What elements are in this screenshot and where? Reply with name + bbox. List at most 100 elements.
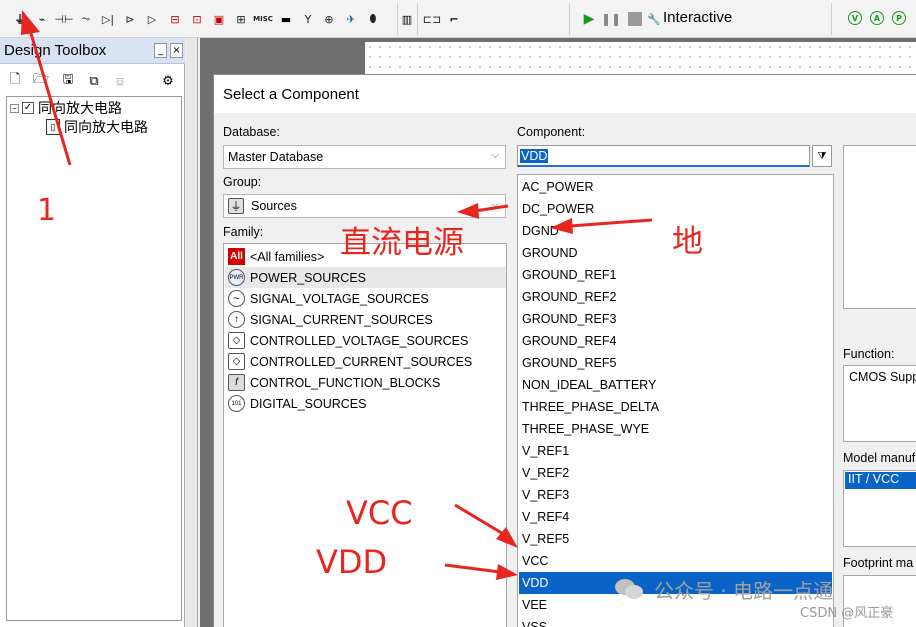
family-item-power-sources[interactable]: PWR POWER_SOURCES: [225, 267, 506, 288]
signal-current-icon: ↑: [228, 311, 245, 328]
symbol-preview-panel: [843, 145, 916, 309]
misc-digital-place-icon[interactable]: ▣: [210, 10, 228, 28]
close-button[interactable]: ×: [170, 43, 183, 58]
group-select[interactable]: ⏚ Sources ⌵: [223, 194, 506, 218]
hierarchical-block-icon[interactable]: ▥: [398, 10, 416, 28]
annotation-vdd: VDD: [316, 543, 388, 581]
family-item-control-function[interactable]: f CONTROL_FUNCTION_BLOCKS: [228, 372, 440, 393]
wechat-logo-icon: [614, 578, 644, 600]
chevron-down-icon: ⌵: [491, 199, 499, 210]
component-item[interactable]: V_REF1: [519, 440, 832, 462]
schematic-document-icon: ▯: [46, 119, 60, 135]
family-item-signal-voltage[interactable]: ~ SIGNAL_VOLTAGE_SOURCES: [228, 288, 429, 309]
place-toolbar: ⏚ ⌁ ⊣⊢ ⏦ ▷| ⊳ ▷ ⊟ ⊡ ▣ ⊞ MISC ▬ Y ⊕ ✈ ⬮: [0, 3, 398, 35]
design-toolbox-panel: Design Toolbox _ × 🗋 🗁 🖫 ⧉ ⧈ ⚙ − ✓ 同向放大电…: [0, 38, 185, 627]
family-item-signal-current[interactable]: ↑ SIGNAL_CURRENT_SOURCES: [228, 309, 433, 330]
database-value: Master Database: [228, 150, 324, 164]
all-families-icon: All: [228, 248, 245, 265]
family-item-digital-sources[interactable]: 101 DIGITAL_SOURCES: [228, 393, 366, 414]
new-file-icon[interactable]: 🗋: [7, 72, 23, 89]
model-list-item[interactable]: IIT / VCC: [845, 472, 916, 489]
component-item[interactable]: NON_IDEAL_BATTERY: [519, 374, 832, 396]
minimize-button[interactable]: _: [154, 43, 167, 58]
component-item[interactable]: GROUND_REF1: [519, 264, 832, 286]
component-item[interactable]: GROUND_REF4: [519, 330, 832, 352]
mixed-place-icon[interactable]: ⊞: [232, 10, 250, 28]
electromechanical-place-icon[interactable]: ⊕: [320, 10, 338, 28]
design-toolbox-title: Design Toolbox: [4, 42, 107, 59]
component-item[interactable]: GROUND_REF3: [519, 308, 832, 330]
footprint-label: Footprint ma: [843, 556, 914, 570]
component-search-input[interactable]: VDD: [517, 145, 810, 167]
component-item[interactable]: V_REF4: [519, 506, 832, 528]
digital-sources-icon: 101: [228, 395, 245, 412]
family-item-label: DIGITAL_SOURCES: [250, 396, 367, 411]
component-item[interactable]: V_REF5: [519, 528, 832, 550]
new-sheet-icon[interactable]: ⧉: [86, 73, 102, 89]
pause-icon[interactable]: ❚❚: [601, 10, 621, 28]
analog-place-icon[interactable]: ▷: [143, 10, 161, 28]
advanced-peripherals-icon[interactable]: ▬: [277, 10, 295, 28]
resistor-place-icon[interactable]: ⌁: [33, 10, 51, 28]
component-item[interactable]: GROUND_REF5: [519, 352, 832, 374]
properties-icon[interactable]: ⚙: [160, 73, 176, 89]
component-item[interactable]: AC_POWER: [519, 176, 832, 198]
design-toolbox-header: Design Toolbox _ ×: [0, 38, 185, 64]
run-play-icon[interactable]: ▶: [580, 10, 598, 28]
model-list: IIT / VCC: [843, 470, 916, 547]
bus-toolbar: ▥: [398, 3, 418, 35]
filter-button[interactable]: ⧩: [812, 145, 832, 167]
component-item[interactable]: VSS: [519, 616, 832, 627]
wrench-icon[interactable]: 🔧: [645, 10, 663, 28]
family-item-all[interactable]: All <All families>: [228, 246, 324, 267]
inductor-place-icon[interactable]: ⏦: [77, 10, 95, 28]
controlled-voltage-icon: ◇: [228, 332, 245, 349]
group-value: Sources: [251, 199, 297, 213]
signal-voltage-icon: ~: [228, 290, 245, 307]
function-block-icon: f: [228, 374, 245, 391]
family-item-controlled-current[interactable]: ◇ CONTROLLED_CURRENT_SOURCES: [228, 351, 472, 372]
probe-a-icon[interactable]: A: [870, 11, 884, 25]
component-item[interactable]: THREE_PHASE_DELTA: [519, 396, 832, 418]
database-select[interactable]: Master Database ⌵: [223, 145, 506, 169]
tree-item-label: 同向放大电路: [38, 100, 122, 116]
collapse-icon[interactable]: −: [10, 103, 19, 113]
component-item[interactable]: VCC: [519, 550, 832, 572]
family-item-controlled-voltage[interactable]: ◇ CONTROLLED_VOLTAGE_SOURCES: [228, 330, 468, 351]
component-item[interactable]: GROUND_REF2: [519, 286, 832, 308]
interactive-mode-label[interactable]: Interactive: [663, 9, 732, 26]
main-toolbar: ⏚ ⌁ ⊣⊢ ⏦ ▷| ⊳ ▷ ⊟ ⊡ ▣ ⊞ MISC ▬ Y ⊕ ✈ ⬮ ▥…: [0, 0, 916, 38]
checkbox-icon[interactable]: ✓: [22, 102, 34, 114]
transistor-place-icon[interactable]: ⊳: [121, 10, 139, 28]
cmos-place-icon[interactable]: ⊡: [188, 10, 206, 28]
vertical-scrollbar[interactable]: [186, 38, 198, 627]
sources-group-icon: ⏚: [228, 198, 244, 214]
component-item[interactable]: V_REF3: [519, 484, 832, 506]
component-item[interactable]: V_REF2: [519, 462, 832, 484]
tree-item-sheet[interactable]: ▯ 同向放大电路: [46, 117, 148, 137]
save-icon[interactable]: 🖫: [60, 72, 76, 89]
component-item[interactable]: THREE_PHASE_WYE: [519, 418, 832, 440]
bus-icon[interactable]: ⌐: [445, 10, 463, 28]
chevron-down-icon: ⌵: [491, 150, 499, 161]
misc-place-icon[interactable]: MISC: [252, 10, 274, 28]
probe-p-icon[interactable]: P: [892, 11, 906, 25]
capacitor-place-icon[interactable]: ⊣⊢: [54, 10, 73, 28]
ni-place-icon[interactable]: ✈: [342, 10, 360, 28]
open-folder-icon[interactable]: 🗁: [33, 72, 49, 89]
subcircuit-icon[interactable]: ⊏⊐: [423, 10, 441, 28]
model-manufacturer-label: Model manuf: [843, 451, 916, 465]
tree-item-project[interactable]: − ✓ 同向放大电路: [10, 98, 122, 118]
stop-icon[interactable]: [628, 12, 642, 26]
design-tree: − ✓ 同向放大电路 ▯ 同向放大电路: [6, 96, 182, 621]
filter-icon: ⧩: [817, 150, 827, 162]
ttl-place-icon[interactable]: ⊟: [166, 10, 184, 28]
controlled-current-icon: ◇: [228, 353, 245, 370]
ground-place-icon[interactable]: ⏚: [11, 10, 29, 28]
dialog-titlebar: Select a Component: [214, 75, 916, 113]
probe-v-icon[interactable]: V: [848, 11, 862, 25]
rf-place-icon[interactable]: Y: [299, 10, 317, 28]
connector-place-icon[interactable]: ⬮: [364, 10, 382, 28]
diode-place-icon[interactable]: ▷|: [99, 10, 117, 28]
family-label: Family:: [223, 225, 264, 239]
